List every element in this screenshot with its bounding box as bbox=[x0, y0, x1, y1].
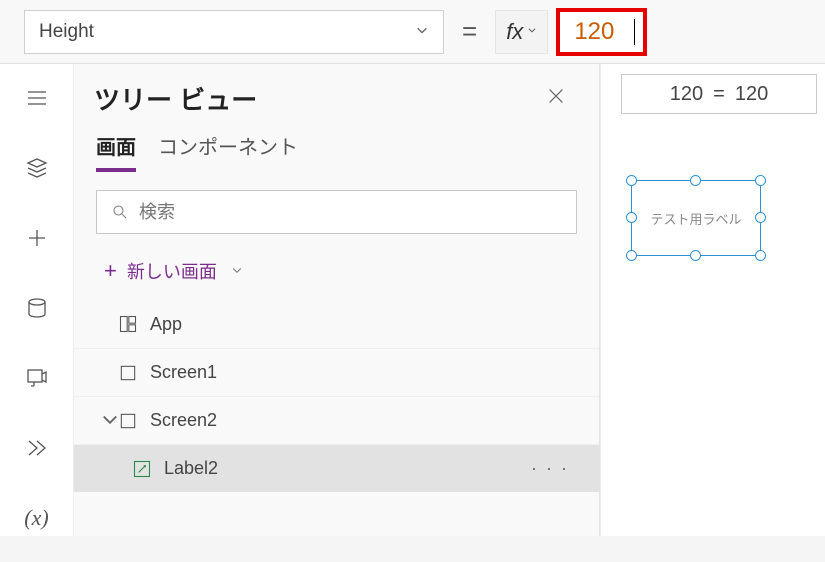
text-caret bbox=[634, 19, 635, 45]
media-icon[interactable] bbox=[13, 360, 61, 396]
data-icon[interactable] bbox=[13, 290, 61, 326]
chevron-down-icon[interactable] bbox=[100, 409, 118, 432]
label-text: テスト用ラベル bbox=[650, 209, 741, 228]
chevron-down-icon bbox=[231, 264, 243, 279]
fx-button[interactable]: fx bbox=[495, 10, 548, 54]
result-rhs: 120 bbox=[735, 83, 768, 106]
result-op: = bbox=[713, 83, 725, 106]
tree-item-app[interactable]: App bbox=[74, 300, 599, 348]
tree-item-screen1[interactable]: Screen1 bbox=[74, 348, 599, 396]
selected-label-control[interactable]: テスト用ラベル bbox=[631, 180, 761, 256]
new-screen-button[interactable]: + 新しい画面 bbox=[74, 248, 599, 294]
insert-icon[interactable] bbox=[13, 220, 61, 256]
label-icon bbox=[132, 459, 152, 479]
resize-handle-bl[interactable] bbox=[626, 250, 637, 261]
property-name: Height bbox=[39, 21, 94, 43]
chevron-down-icon bbox=[527, 25, 537, 38]
tree-item-label: Screen2 bbox=[150, 410, 217, 431]
formula-result: 120 = 120 bbox=[621, 74, 817, 114]
tab-components[interactable]: コンポーネント bbox=[158, 131, 298, 172]
tree-item-label: Screen1 bbox=[150, 362, 217, 383]
tree-item-label2[interactable]: Label2 · · · bbox=[74, 444, 599, 492]
resize-handle-tl[interactable] bbox=[626, 175, 637, 186]
new-screen-label: 新しい画面 bbox=[127, 258, 217, 284]
formula-input-highlight: 120 bbox=[556, 8, 647, 56]
resize-handle-tr[interactable] bbox=[755, 175, 766, 186]
screen-icon bbox=[118, 363, 138, 383]
chevron-down-icon bbox=[415, 23, 429, 40]
close-icon[interactable] bbox=[545, 83, 567, 114]
resize-handle-br[interactable] bbox=[755, 250, 766, 261]
fx-label: fx bbox=[506, 19, 523, 45]
search-input[interactable] bbox=[139, 202, 562, 223]
result-lhs: 120 bbox=[670, 83, 703, 106]
property-selector[interactable]: Height bbox=[24, 10, 444, 54]
tree-view-icon[interactable] bbox=[13, 150, 61, 186]
plus-icon: + bbox=[104, 258, 117, 284]
screen-icon bbox=[118, 411, 138, 431]
resize-handle-mr[interactable] bbox=[755, 212, 766, 223]
resize-handle-ml[interactable] bbox=[626, 212, 637, 223]
canvas-area[interactable]: 120 = 120 テスト用ラベル bbox=[600, 64, 825, 536]
search-icon bbox=[111, 203, 129, 221]
app-icon bbox=[118, 314, 138, 334]
formula-input[interactable]: 120 bbox=[574, 18, 634, 46]
tree-view-panel: ツリー ビュー 画面 コンポーネント + 新しい画面 App bbox=[74, 64, 600, 536]
tree-list: App Screen1 Screen2 Label2 · · · bbox=[74, 300, 599, 492]
variables-icon[interactable]: (x) bbox=[13, 500, 61, 536]
tree-item-screen2[interactable]: Screen2 bbox=[74, 396, 599, 444]
power-automate-icon[interactable] bbox=[13, 430, 61, 466]
tab-screens[interactable]: 画面 bbox=[96, 131, 136, 172]
more-icon[interactable]: · · · bbox=[531, 458, 569, 479]
formula-bar: Height = fx 120 bbox=[0, 0, 825, 64]
tree-item-label: App bbox=[150, 314, 182, 335]
tree-item-label: Label2 bbox=[164, 458, 218, 479]
equals-sign: = bbox=[452, 16, 487, 47]
search-box[interactable] bbox=[96, 190, 577, 234]
left-rail: (x) bbox=[0, 64, 74, 536]
panel-title: ツリー ビュー bbox=[94, 80, 257, 117]
resize-handle-bm[interactable] bbox=[690, 250, 701, 261]
hamburger-icon[interactable] bbox=[13, 80, 61, 116]
resize-handle-tm[interactable] bbox=[690, 175, 701, 186]
panel-tabs: 画面 コンポーネント bbox=[74, 123, 599, 172]
